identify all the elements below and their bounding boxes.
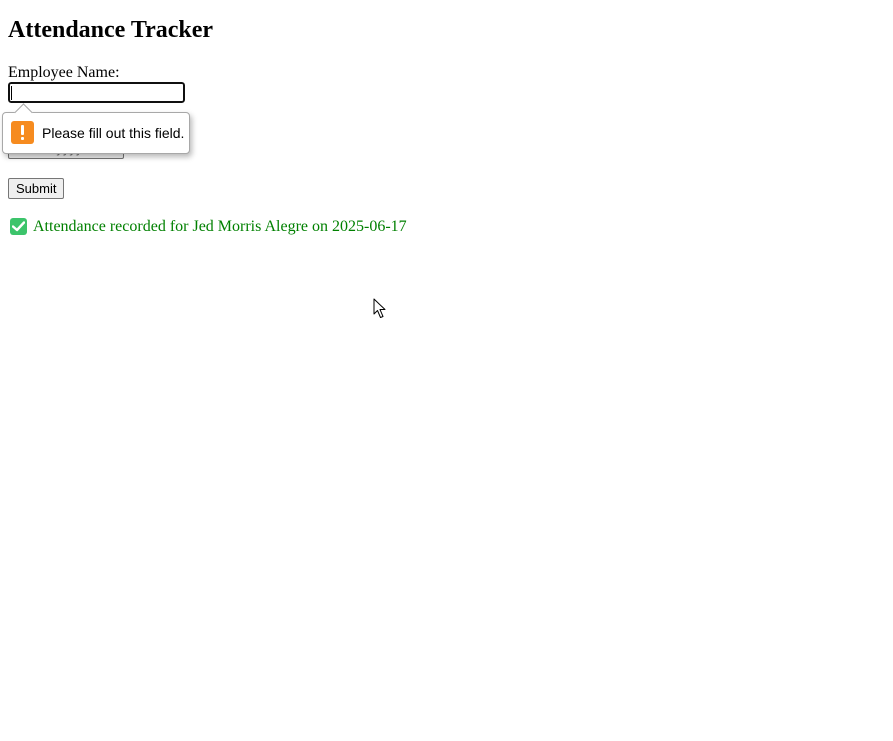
employee-name-label: Employee Name: [8,64,120,81]
submit-button[interactable]: Submit [8,178,65,199]
validation-message: Please fill out this field. [42,125,185,141]
mouse-cursor-icon [373,298,386,318]
text-caret [11,86,12,100]
check-mark-icon [10,218,27,235]
warning-icon [11,121,34,144]
tooltip-arrow [14,103,33,122]
validation-tooltip: Please fill out this field. [2,103,190,154]
page-title: Attendance Tracker [8,17,214,43]
status-text: Attendance recorded for Jed Morris Alegr… [33,218,407,235]
employee-name-input[interactable] [7,81,186,104]
